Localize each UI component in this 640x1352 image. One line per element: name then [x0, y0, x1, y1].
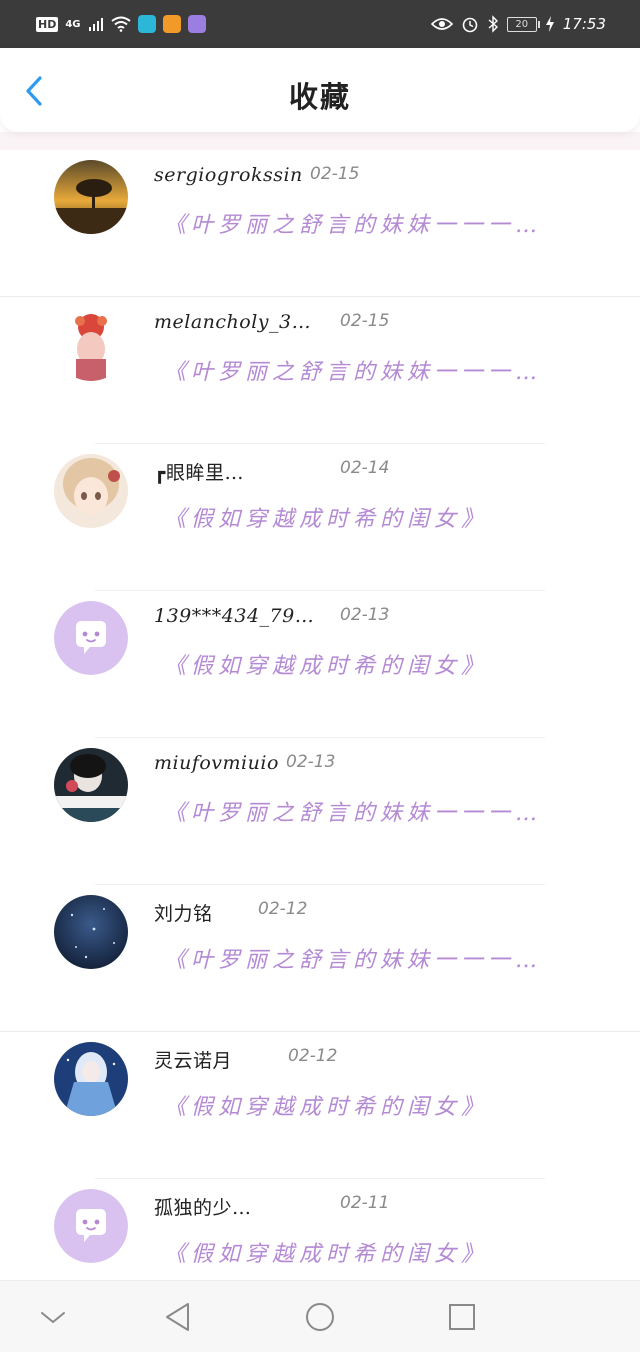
list-item[interactable]: melancholy_3… 02-15 《叶罗丽之舒言的妹妹一一一…: [0, 297, 640, 444]
date: 02-14: [340, 458, 390, 478]
book-title[interactable]: 《叶罗丽之舒言的妹妹一一一…: [164, 207, 542, 239]
system-nav-bar: [0, 1280, 640, 1352]
status-bar: HD 4G 20 17:53: [0, 0, 640, 48]
night-sky-avatar-image: [54, 895, 128, 969]
book-title[interactable]: 《叶罗丽之舒言的妹妹一一一…: [164, 354, 542, 386]
username: ┏眼眸里…: [154, 462, 244, 484]
favorites-list: sergiogrokssin 02-15 《叶罗丽之舒言的妹妹一一一… mela…: [0, 150, 640, 1312]
collapse-chevron-icon: [41, 1312, 65, 1324]
date: 02-15: [310, 164, 360, 184]
bluetooth-icon: [488, 15, 498, 33]
default-chat-avatar-icon: [54, 1189, 128, 1263]
page-title: 收藏: [288, 80, 351, 114]
recents-square-icon: [449, 1304, 475, 1330]
header-spacer: [0, 132, 640, 150]
username: melancholy_3…: [154, 311, 312, 333]
anime-girl-blue-avatar-image: [54, 1042, 128, 1116]
username: 139***434_79…: [154, 605, 315, 627]
avatar[interactable]: [54, 1189, 128, 1263]
anime-girl-blonde-avatar-image: [54, 454, 128, 528]
date: 02-12: [288, 1046, 338, 1066]
date: 02-12: [258, 899, 308, 919]
battery-icon: 20: [506, 16, 540, 32]
list-item[interactable]: ┏眼眸里… 02-14 《假如穿越成时希的闺女》: [0, 444, 640, 591]
list-item[interactable]: 刘力铭 02-12 《叶罗丽之舒言的妹妹一一一…: [0, 885, 640, 1032]
dark-portrait-avatar-image: [54, 748, 128, 822]
book-title[interactable]: 《假如穿越成时希的闺女》: [164, 648, 488, 680]
music-app-icon: [187, 15, 206, 33]
home-circle-icon: [306, 1303, 334, 1331]
date: 02-15: [340, 311, 390, 331]
date: 02-11: [340, 1193, 390, 1213]
list-item[interactable]: sergiogrokssin 02-15 《叶罗丽之舒言的妹妹一一一…: [0, 150, 640, 297]
username: 灵云诺月: [154, 1050, 233, 1072]
book-title[interactable]: 《叶罗丽之舒言的妹妹一一一…: [164, 942, 542, 974]
list-item[interactable]: 灵云诺月 02-12 《假如穿越成时希的闺女》: [0, 1032, 640, 1179]
signal-icon: [88, 18, 103, 31]
eye-icon: [430, 18, 453, 30]
nav-back-button[interactable]: [160, 1299, 196, 1335]
default-chat-avatar-icon: [54, 601, 128, 675]
book-title[interactable]: 《假如穿越成时希的闺女》: [164, 501, 488, 533]
status-left: HD 4G: [36, 12, 206, 36]
network-type: 4G: [65, 18, 81, 30]
video-app-icon: [162, 15, 181, 33]
list-item[interactable]: 139***434_79… 02-13 《假如穿越成时希的闺女》: [0, 591, 640, 738]
app-header: 收藏: [0, 48, 640, 132]
alarm-icon: [462, 17, 478, 33]
nav-home-button[interactable]: [302, 1299, 338, 1335]
list-item[interactable]: miufovmiuio 02-13 《叶罗丽之舒言的妹妹一一一…: [0, 738, 640, 885]
avatar[interactable]: [54, 160, 128, 234]
date: 02-13: [340, 605, 390, 625]
status-right: 20 17:53: [430, 10, 606, 38]
username: miufovmiuio: [154, 752, 279, 774]
nav-recents-button[interactable]: [444, 1299, 480, 1335]
shield-app-icon: [137, 15, 156, 33]
book-title[interactable]: 《假如穿越成时希的闺女》: [164, 1236, 488, 1268]
clock: 17:53: [562, 15, 606, 33]
username: 孤独的少…: [154, 1197, 252, 1219]
avatar[interactable]: [54, 1042, 128, 1116]
book-title[interactable]: 《假如穿越成时希的闺女》: [164, 1089, 488, 1121]
avatar[interactable]: [54, 601, 128, 675]
avatar[interactable]: [54, 307, 128, 381]
wifi-icon: [110, 16, 131, 32]
anime-girl-red-hair-avatar-image: [54, 307, 128, 381]
avatar[interactable]: [54, 454, 128, 528]
back-triangle-icon: [166, 1303, 189, 1331]
hd-badge: HD: [36, 16, 59, 32]
sunset-tree-avatar-image: [54, 160, 128, 234]
book-title[interactable]: 《叶罗丽之舒言的妹妹一一一…: [164, 795, 542, 827]
username: sergiogrokssin: [154, 164, 303, 186]
date: 02-13: [286, 752, 336, 772]
username: 刘力铭: [154, 903, 213, 925]
avatar[interactable]: [54, 748, 128, 822]
collapse-button[interactable]: [35, 1299, 71, 1335]
avatar[interactable]: [54, 895, 128, 969]
charging-icon: [545, 16, 554, 32]
